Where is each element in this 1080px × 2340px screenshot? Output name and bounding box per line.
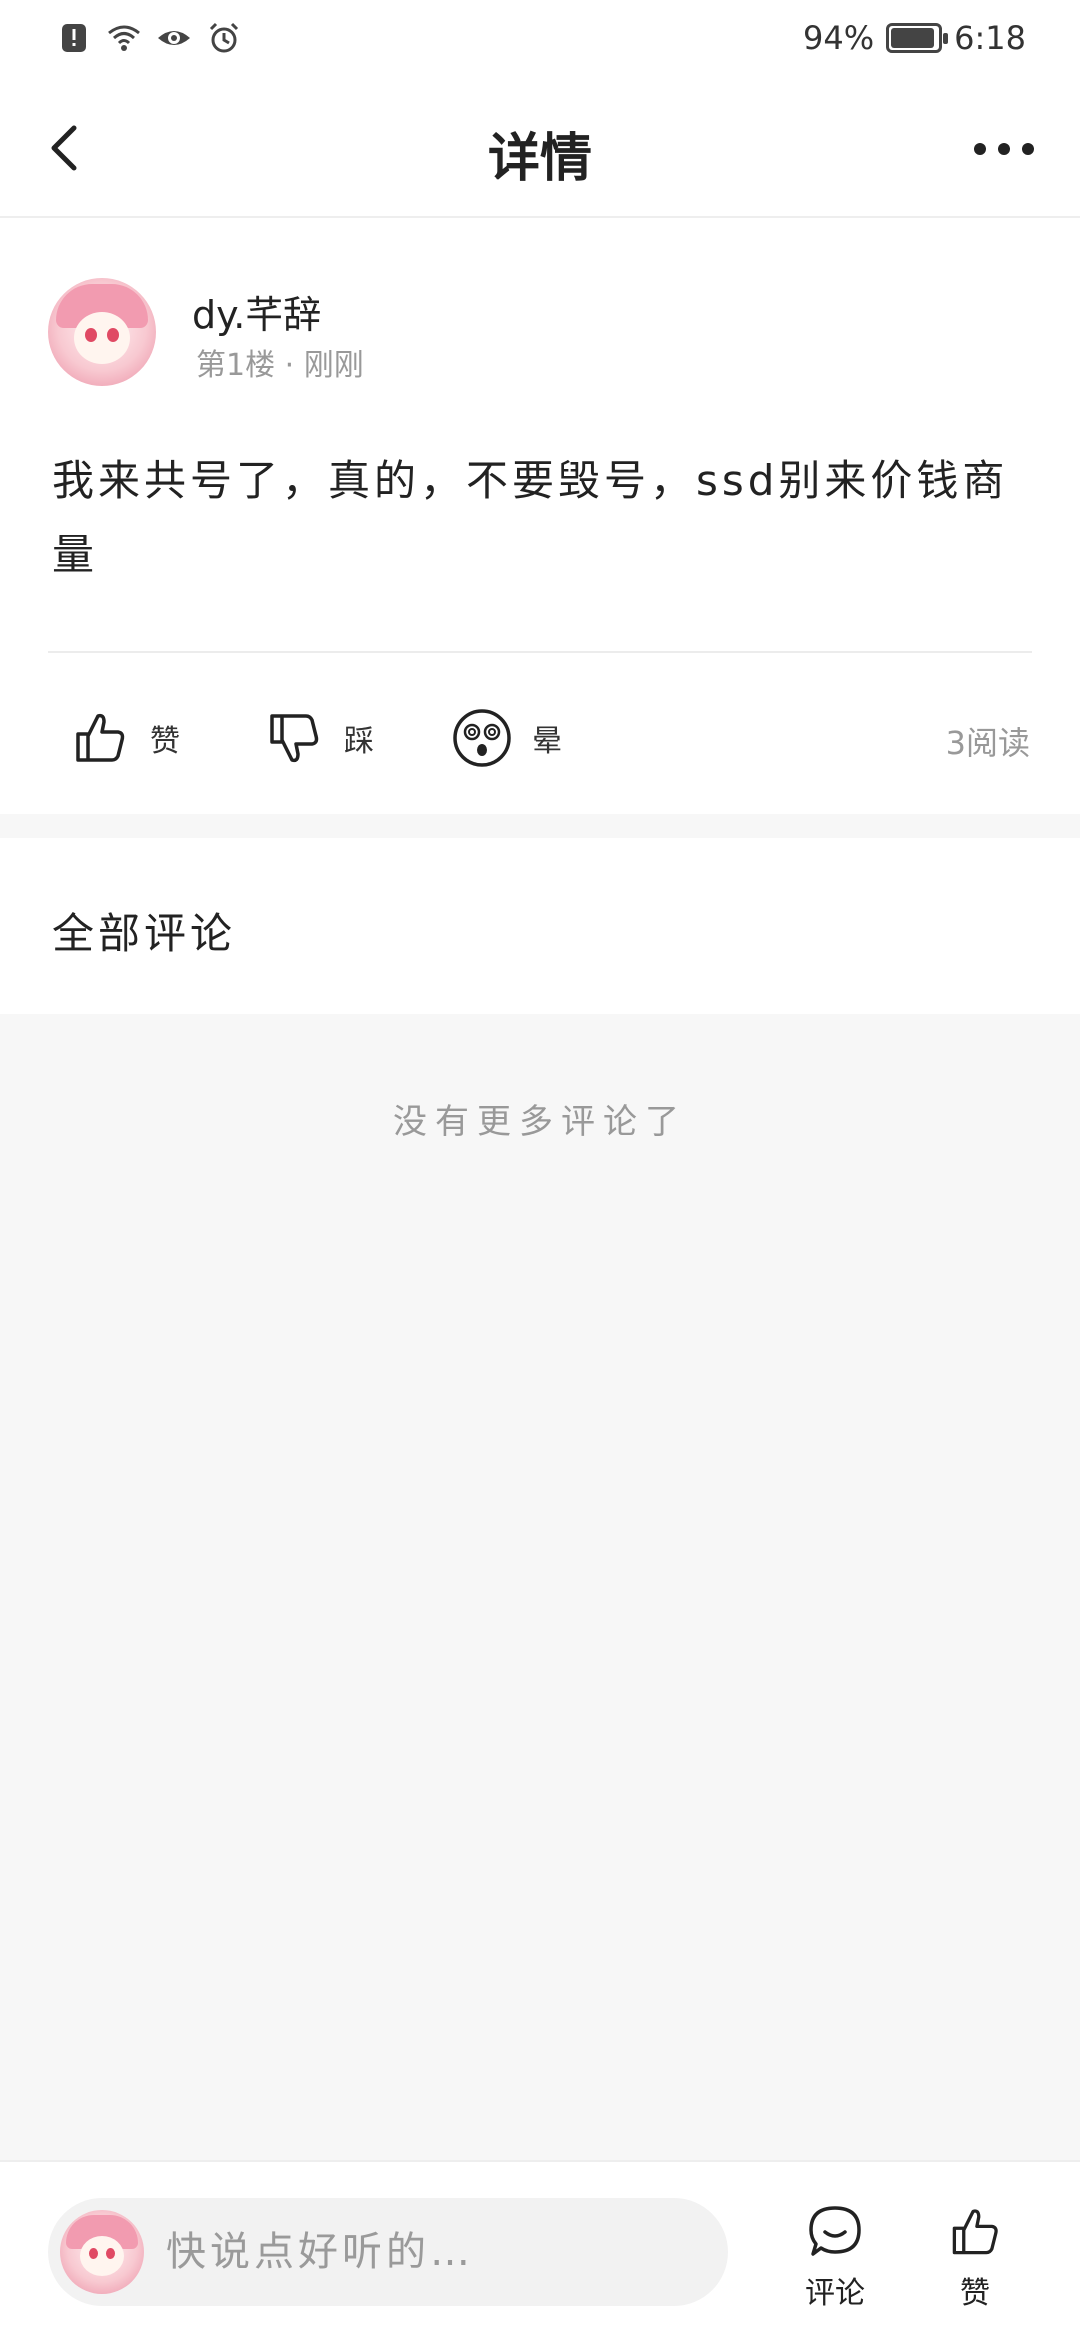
wifi-icon bbox=[108, 25, 140, 51]
avatar-eye bbox=[85, 328, 97, 342]
notification-icon bbox=[62, 24, 86, 52]
author-name[interactable]: dy.芊辞 bbox=[192, 284, 321, 339]
divider bbox=[48, 651, 1032, 653]
post-actions: 赞 踩 晕 3阅读 bbox=[0, 688, 1080, 788]
comment-input[interactable] bbox=[166, 2198, 706, 2306]
read-count: 3阅读 bbox=[945, 724, 1030, 762]
like-button[interactable]: 赞 bbox=[68, 688, 180, 788]
dizzy-button[interactable]: 晕 bbox=[450, 688, 562, 788]
comment-label: 评论 bbox=[805, 2276, 865, 2311]
comment-bubble-icon bbox=[809, 2206, 861, 2256]
page-title: 详情 bbox=[487, 129, 592, 189]
comments-title: 全部评论 bbox=[52, 909, 237, 958]
post-meta: 第1楼 · 刚刚 bbox=[196, 348, 364, 383]
comment-box[interactable] bbox=[48, 2198, 728, 2306]
user-avatar bbox=[60, 2210, 144, 2294]
battery-percent: 94% bbox=[803, 19, 875, 57]
avatar-face bbox=[74, 312, 130, 364]
bottom-bar: 评论 赞 bbox=[0, 2160, 1080, 2340]
status-right: 94% 6:18 bbox=[803, 19, 1026, 57]
battery-fill bbox=[891, 28, 935, 48]
alarm-icon bbox=[209, 22, 239, 53]
status-bar: 94% 6:18 bbox=[0, 0, 1080, 76]
eye-icon bbox=[158, 31, 190, 45]
avatar-face bbox=[80, 2236, 124, 2276]
post-content: 我来共号了，真的，不要毁号，ssd别来价钱商量 bbox=[52, 456, 1009, 579]
thumbs-up-icon bbox=[952, 2209, 998, 2255]
dizzy-face-icon bbox=[453, 709, 511, 767]
no-more-comments-text: 没有更多评论了 bbox=[393, 1102, 687, 1142]
comment-button[interactable]: 评论 bbox=[790, 2202, 880, 2312]
dislike-button[interactable]: 踩 bbox=[262, 688, 374, 788]
thumbs-up-icon bbox=[76, 713, 125, 762]
status-time: 6:18 bbox=[954, 19, 1026, 57]
post-detail-page: 94% 6:18 详情 dy.芊辞 第1楼 · 刚刚 我来共号了，真的，不要毁号… bbox=[0, 0, 1080, 2340]
avatar-eye bbox=[107, 328, 119, 342]
top-nav-bar: 详情 bbox=[0, 76, 1080, 218]
like-label: 赞 bbox=[150, 724, 180, 759]
comments-section-header: 全部评论 bbox=[0, 838, 1080, 1014]
more-dots-icon[interactable] bbox=[964, 114, 1044, 184]
avatar-eye bbox=[106, 2248, 115, 2259]
dizzy-label: 晕 bbox=[532, 724, 562, 759]
thumbs-down-icon bbox=[270, 714, 319, 763]
bottom-like-button[interactable]: 赞 bbox=[930, 2202, 1020, 2312]
avatar-eye bbox=[89, 2248, 98, 2259]
author-avatar[interactable] bbox=[48, 278, 156, 386]
bottom-like-label: 赞 bbox=[960, 2276, 990, 2311]
post-card: dy.芊辞 第1楼 · 刚刚 我来共号了，真的，不要毁号，ssd别来价钱商量 赞… bbox=[0, 218, 1080, 814]
status-icons bbox=[56, 20, 242, 56]
dislike-label: 踩 bbox=[344, 724, 374, 759]
battery-icon bbox=[886, 23, 949, 53]
